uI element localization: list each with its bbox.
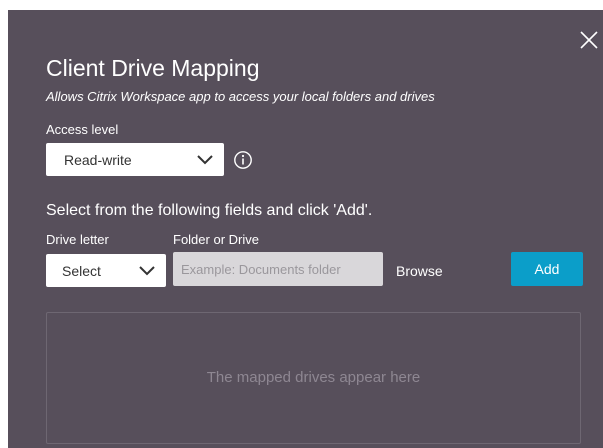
drive-letter-label: Drive letter [46,232,109,247]
access-level-label: Access level [46,122,119,137]
drive-letter-value: Select [62,262,101,279]
chevron-down-icon [197,154,213,164]
drive-letter-select[interactable]: Select [46,254,166,287]
client-drive-mapping-dialog: Client Drive Mapping Allows Citrix Works… [8,10,603,448]
info-icon[interactable] [233,150,253,170]
folder-or-drive-input[interactable] [173,252,383,286]
browse-button[interactable]: Browse [396,263,443,279]
close-icon [580,31,598,49]
dialog-subtitle: Allows Citrix Workspace app to access yo… [46,89,435,104]
chevron-down-icon [139,265,155,275]
folder-or-drive-label: Folder or Drive [173,232,259,247]
close-button[interactable] [579,30,599,50]
access-level-value: Read-write [64,151,132,168]
instruction-text: Select from the following fields and cli… [46,202,373,219]
mapped-drives-placeholder: The mapped drives appear here [206,369,421,386]
access-level-select[interactable]: Read-write [46,143,224,176]
dialog-title: Client Drive Mapping [46,55,260,81]
add-button[interactable]: Add [511,252,583,286]
mapped-drives-panel: The mapped drives appear here [46,312,581,444]
